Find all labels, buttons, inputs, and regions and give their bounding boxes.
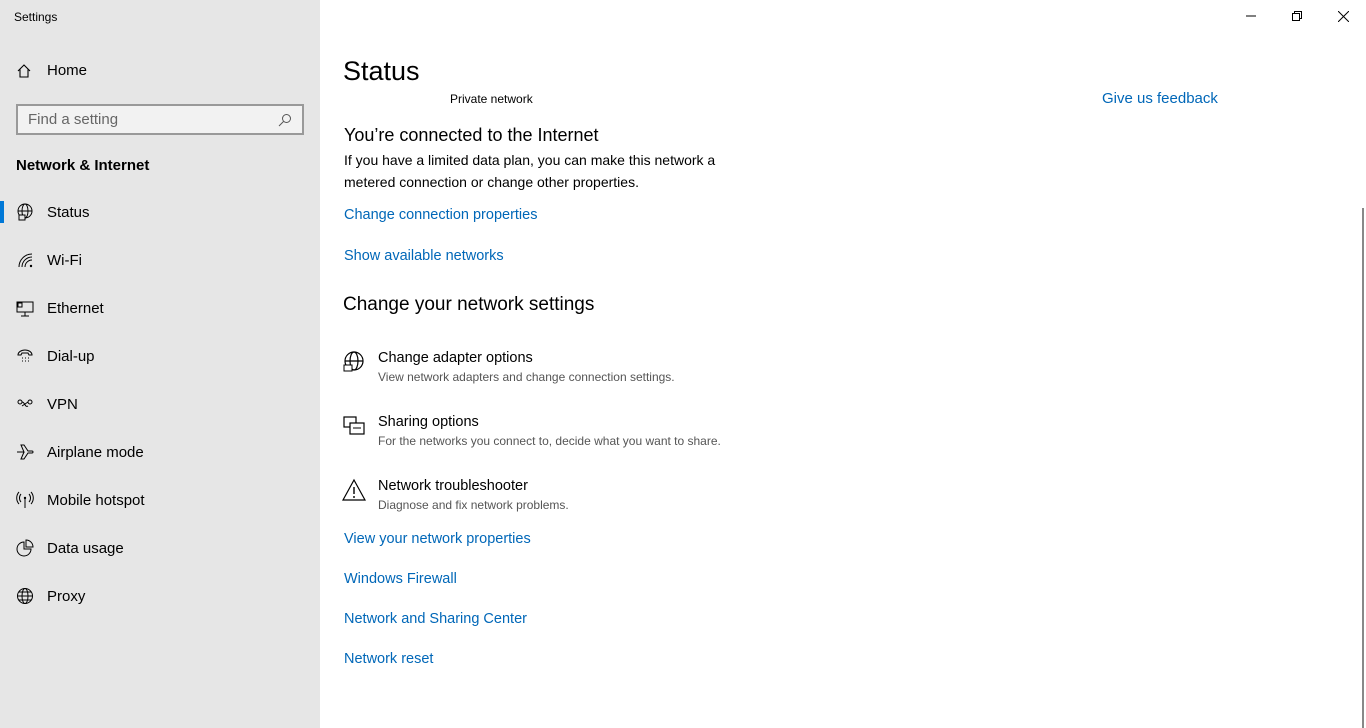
minimize-button[interactable] <box>1228 0 1274 32</box>
network-type: Private network <box>450 92 533 106</box>
sidebar-item-wi-fi[interactable]: Wi-Fi <box>0 236 320 284</box>
sidebar-item-label: VPN <box>47 395 78 413</box>
sidebar-item-ethernet[interactable]: Ethernet <box>0 284 320 332</box>
sidebar-item-status[interactable]: Status <box>0 188 320 236</box>
change-adapter-options[interactable]: Change adapter options View network adapt… <box>342 350 675 384</box>
nav-list: Status Wi-Fi Ethernet Dial-up VPN Airplane mo… <box>0 188 320 620</box>
home-icon <box>17 63 31 78</box>
globe-icon <box>16 587 34 605</box>
adapter-icon <box>343 351 364 372</box>
app-title: Settings <box>14 10 58 24</box>
data-usage-icon <box>16 539 34 557</box>
home-label: Home <box>47 62 88 79</box>
sidebar-item-label: Airplane mode <box>47 443 144 461</box>
search-icon[interactable] <box>278 113 292 127</box>
page-title: Status <box>343 56 420 86</box>
sidebar-item-proxy[interactable]: Proxy <box>0 572 320 620</box>
option-title: Network troubleshooter <box>378 478 528 494</box>
restore-button[interactable] <box>1274 0 1320 32</box>
change-settings-heading: Change your network settings <box>343 294 595 315</box>
sidebar-item-label: Data usage <box>47 539 124 557</box>
network-reset-link[interactable]: Network reset <box>344 651 433 667</box>
main-content: Status Private network Give us feedback … <box>320 0 1366 728</box>
feedback-link[interactable]: Give us feedback <box>1102 90 1218 106</box>
sidebar-item-airplane-mode[interactable]: Airplane mode <box>0 428 320 476</box>
network-troubleshooter[interactable]: Network troubleshooter Diagnose and fix n… <box>341 478 569 512</box>
sidebar-item-data-usage[interactable]: Data usage <box>0 524 320 572</box>
ethernet-icon <box>16 299 34 317</box>
sidebar-item-label: Proxy <box>47 587 86 605</box>
sidebar-item-dial-up[interactable]: Dial-up <box>0 332 320 380</box>
search-box[interactable] <box>16 104 304 135</box>
option-title: Sharing options <box>378 414 479 430</box>
sidebar-item-mobile-hotspot[interactable]: Mobile hotspot <box>0 476 320 524</box>
connected-text: If you have a limited data plan, you can… <box>344 152 716 190</box>
sidebar-item-label: Status <box>47 203 90 221</box>
wifi-icon <box>16 251 34 269</box>
warning-icon <box>341 478 367 501</box>
sidebar-item-label: Ethernet <box>47 299 104 317</box>
option-title: Change adapter options <box>378 350 533 366</box>
vpn-icon <box>16 395 34 413</box>
airplane-icon <box>16 443 34 461</box>
windows-firewall-link[interactable]: Windows Firewall <box>344 571 457 587</box>
sharing-options[interactable]: Sharing options For the networks you conn… <box>342 414 721 448</box>
hotspot-icon <box>16 491 34 509</box>
sidebar-item-label: Wi-Fi <box>47 251 82 269</box>
sharing-icon <box>343 416 365 435</box>
sidebar-item-label: Dial-up <box>47 347 95 365</box>
change-connection-properties-link[interactable]: Change connection properties <box>344 207 537 223</box>
home-button[interactable]: Home <box>16 62 87 79</box>
sidebar-item-label: Mobile hotspot <box>47 491 145 509</box>
show-available-networks-link[interactable]: Show available networks <box>344 248 504 264</box>
network-sharing-center-link[interactable]: Network and Sharing Center <box>344 611 527 627</box>
search-input[interactable] <box>28 111 268 128</box>
status-globe-icon <box>16 203 34 221</box>
view-network-properties-link[interactable]: View your network properties <box>344 531 531 547</box>
window-controls <box>1228 0 1366 32</box>
scrollbar[interactable] <box>1362 208 1364 728</box>
option-subtitle: View network adapters and change connect… <box>378 370 675 384</box>
sidebar: Settings Home Network & Internet Status W… <box>0 0 320 728</box>
section-heading: Network & Internet <box>16 157 150 174</box>
close-button[interactable] <box>1320 0 1366 32</box>
option-subtitle: Diagnose and fix network problems. <box>378 498 569 512</box>
dialup-icon <box>16 347 34 365</box>
connected-heading: You’re connected to the Internet <box>344 125 599 145</box>
option-subtitle: For the networks you connect to, decide … <box>378 434 721 448</box>
sidebar-item-vpn[interactable]: VPN <box>0 380 320 428</box>
